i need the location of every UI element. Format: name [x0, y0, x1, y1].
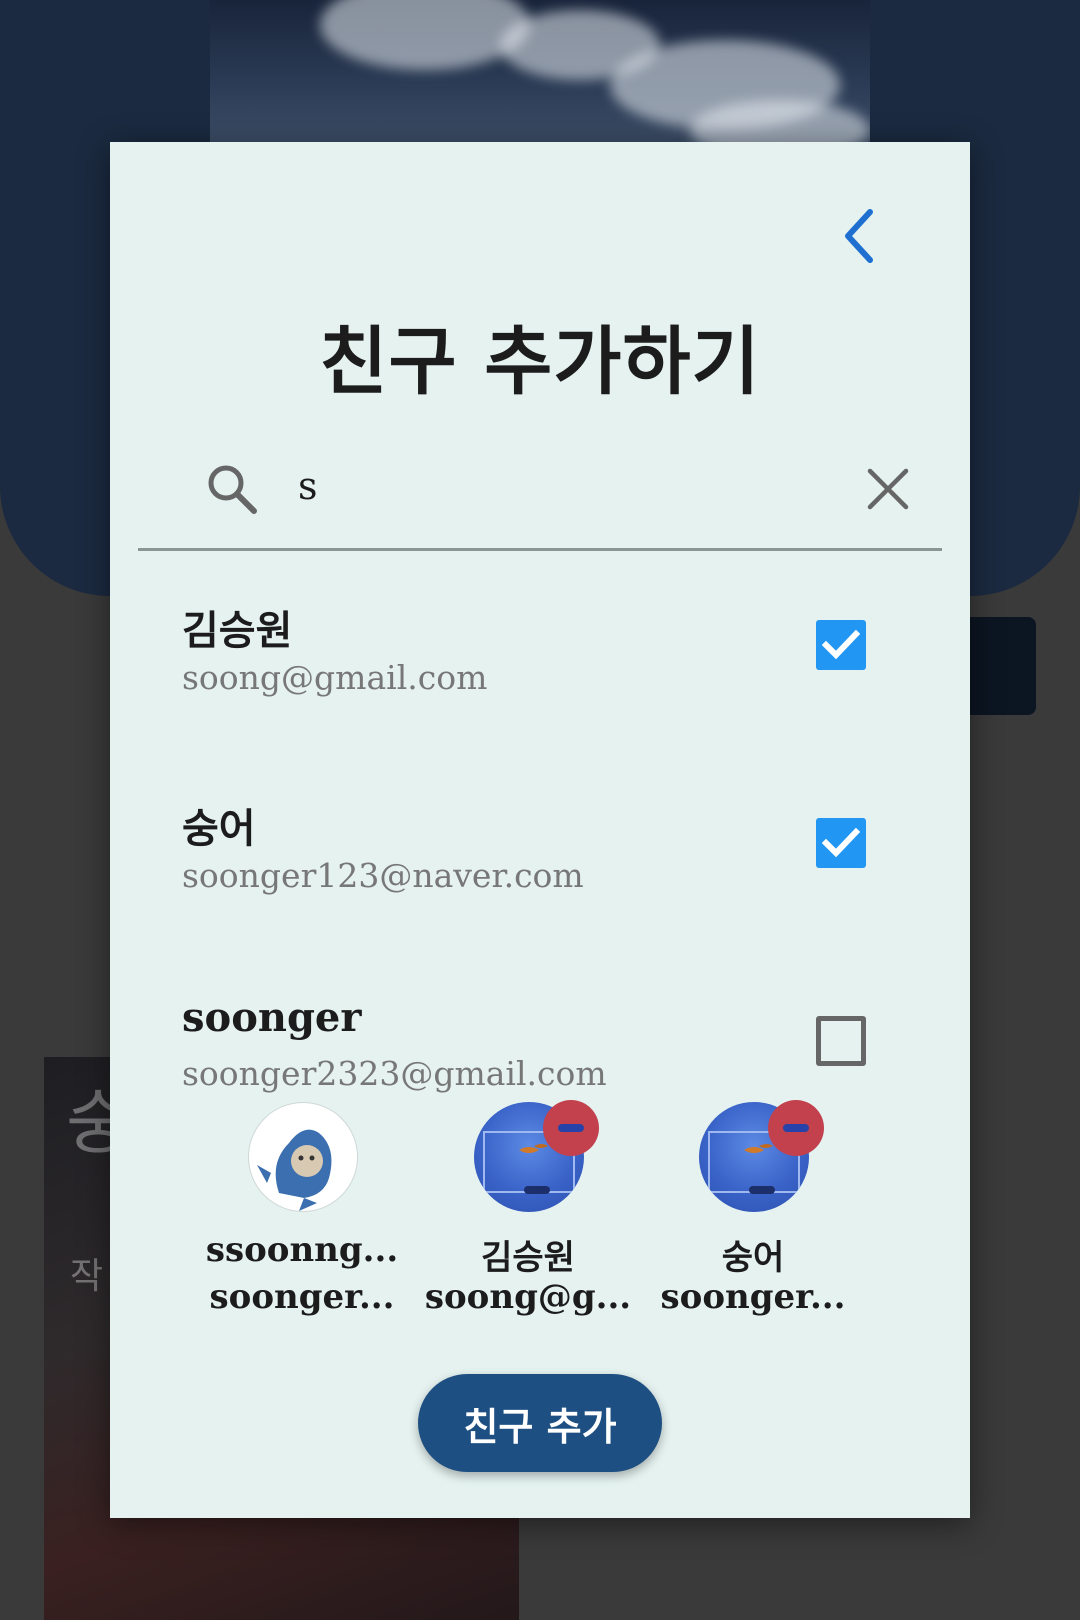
selected-friend-name: ssoonng... — [205, 1230, 399, 1270]
search-bar — [138, 427, 942, 551]
selected-friend-name: 숭어 — [721, 1238, 785, 1278]
search-icon — [208, 465, 257, 514]
selected-friend: 숭어 soonger... — [653, 1100, 853, 1332]
result-checkbox[interactable] — [816, 818, 866, 868]
search-input[interactable] — [298, 453, 858, 519]
selected-friend-name: 김승원 — [481, 1238, 575, 1278]
selected-friend-email: soonger... — [209, 1277, 395, 1317]
shark-avatar-icon — [257, 1129, 332, 1211]
result-name: 숭어 — [182, 805, 256, 852]
add-friend-dialog: 친구 추가하기 김승원 soong@gmail.com 숭어 soonger12… — [110, 142, 970, 1518]
selected-friend-email: soonger... — [660, 1277, 846, 1317]
remove-friend-button[interactable] — [543, 1100, 599, 1156]
check-icon — [822, 827, 860, 858]
result-email: soonger123@naver.com — [182, 856, 584, 895]
result-row[interactable]: 김승원 soong@gmail.com — [110, 598, 970, 794]
add-friend-button[interactable]: 친구 추가 — [418, 1374, 662, 1472]
selected-friend: 김승원 soong@g... — [425, 1100, 631, 1332]
result-checkbox[interactable] — [816, 1016, 866, 1066]
result-email: soong@gmail.com — [182, 658, 488, 697]
result-checkbox[interactable] — [816, 620, 866, 670]
result-name: 김승원 — [182, 607, 293, 654]
back-button[interactable] — [830, 206, 890, 266]
chevron-left-icon — [845, 209, 873, 263]
dialog-title: 친구 추가하기 — [319, 319, 761, 405]
result-row[interactable]: 숭어 soonger123@naver.com — [110, 796, 970, 992]
close-icon[interactable] — [860, 461, 916, 517]
result-name: soonger — [182, 994, 362, 1041]
avatar — [248, 1102, 358, 1212]
poster-glyph: 작 — [70, 1256, 104, 1297]
background-cover-image — [210, 0, 870, 150]
check-icon — [822, 629, 860, 660]
result-email: soonger2323@gmail.com — [182, 1054, 607, 1093]
selected-friend: ssoonng... soonger... — [202, 1102, 402, 1332]
remove-friend-button[interactable] — [768, 1100, 824, 1156]
selected-friend-email: soong@g... — [424, 1277, 632, 1317]
